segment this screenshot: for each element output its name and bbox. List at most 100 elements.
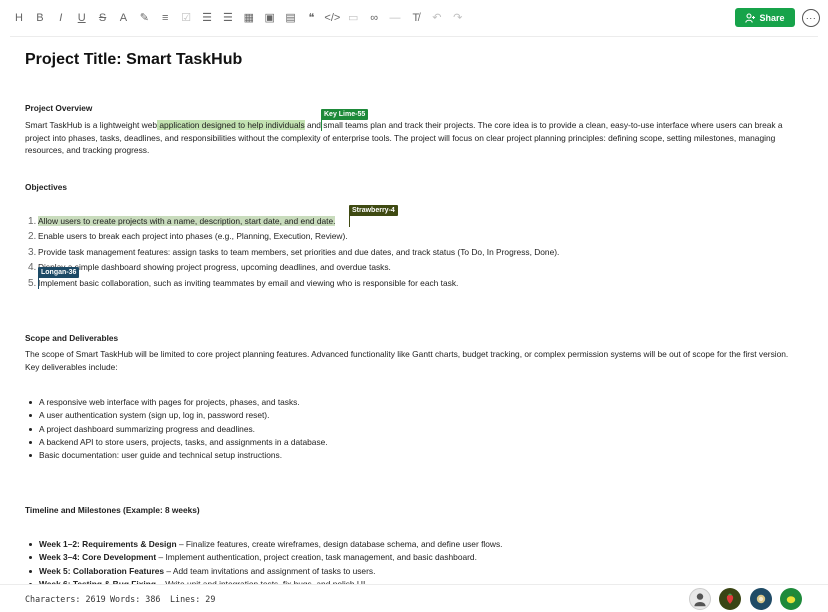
- objectives-heading: Objectives: [25, 182, 67, 192]
- strikethrough-icon: S: [98, 11, 107, 24]
- strawberry-avatar[interactable]: [719, 588, 741, 610]
- attachment-icon-button[interactable]: ▤: [281, 8, 301, 28]
- timeline-heading: Timeline and Milestones (Example: 8 week…: [25, 505, 200, 515]
- divider-icon: —: [389, 11, 401, 24]
- deliverable-item: A responsive web interface with pages fo…: [25, 396, 800, 409]
- longan-icon: [756, 594, 766, 604]
- deliverable-item: A project dashboard summarizing progress…: [25, 423, 800, 436]
- timeline-label: Week 5: Collaboration Features: [39, 565, 165, 576]
- key-lime-avatar[interactable]: [780, 588, 802, 610]
- longan-avatar[interactable]: [750, 588, 772, 610]
- collaborator-cursor-key-lime: [321, 119, 322, 131]
- status-bar: Characters: 2619 Words: 386 Lines: 29: [0, 584, 828, 612]
- bold-icon: B: [36, 11, 44, 24]
- timeline-item: Week 5: Collaboration Features – Add tea…: [25, 565, 800, 578]
- document-editor[interactable]: Project Title: Smart TaskHub Project Ove…: [25, 38, 805, 584]
- objective-item: 2. Enable users to break each project int…: [25, 229, 800, 244]
- deliverable-item: A user authentication system (sign up, l…: [25, 409, 800, 422]
- character-count: Characters: 2619: [25, 594, 106, 604]
- lime-icon: [786, 593, 796, 604]
- quote-icon-button[interactable]: ❝: [301, 8, 321, 28]
- timeline-label: Week 1–2: Requirements & Design: [39, 539, 177, 549]
- objective-number: 1.: [28, 216, 37, 227]
- image-icon: ▣: [264, 12, 275, 24]
- overview-heading: Project Overview: [25, 103, 93, 113]
- objective-item: 1. Allow users to create projects with a …: [25, 214, 800, 229]
- more-options-button[interactable]: ···: [802, 9, 820, 27]
- task-list-icon-button[interactable]: ☑: [176, 8, 196, 28]
- collaborator-tag-key-lime: Key Lime-55: [321, 109, 369, 120]
- document-title: Project Title: Smart TaskHub: [25, 51, 243, 68]
- ordered-list-icon: ☰: [222, 12, 233, 24]
- heading-icon-button[interactable]: H: [9, 8, 29, 28]
- strikethrough-icon-button[interactable]: S: [93, 8, 113, 28]
- share-button[interactable]: Share: [735, 8, 795, 27]
- link-icon-button[interactable]: ∞: [364, 8, 384, 28]
- objective-text: Display a simple dashboard showing proje…: [38, 262, 391, 273]
- deliverable-item: Basic documentation: user guide and tech…: [25, 449, 800, 462]
- clear-format-icon-button[interactable]: T̸: [406, 8, 426, 28]
- editor-toolbar: H B I U S A ✎ ≡ ☑ ☰ ☰ ▦ ▣ ▤ ❝ </> ▭ ∞ — T̸ ↶ ↷: [0, 0, 828, 35]
- text-color-icon: A: [119, 11, 128, 24]
- collaborator-cursor-strawberry: [349, 215, 350, 227]
- user-avatar[interactable]: [689, 588, 711, 610]
- underline-icon-button[interactable]: U: [72, 8, 92, 28]
- overview-paragraph: Smart TaskHub is a lightweight web appli…: [25, 119, 800, 157]
- objective-text: Enable users to break each project into …: [38, 231, 348, 242]
- deliverable-item: A backend API to store users, projects, …: [25, 436, 800, 449]
- collaborator-tag-longan: Longan-36: [38, 267, 80, 278]
- title-name: Smart TaskHub: [126, 51, 243, 68]
- bullet-list-icon-button[interactable]: ☰: [197, 8, 217, 28]
- ordered-list-icon-button[interactable]: ☰: [218, 8, 238, 28]
- objective-text: Provide task management features: assign…: [38, 246, 560, 257]
- objective-number: 2.: [28, 231, 37, 243]
- overview-highlight: application designed to help individuals: [157, 120, 305, 130]
- timeline-label: Week 3–4: Core Development: [39, 552, 157, 563]
- objective-item: 4. Display a simple dashboard showing pro…: [25, 260, 800, 275]
- overview-text-before: Smart TaskHub is a lightweight web: [25, 120, 158, 130]
- align-icon: ≡: [162, 11, 169, 24]
- timeline-list: Week 1–2: Requirements & Design – Finali…: [25, 538, 800, 584]
- highlight-icon-button[interactable]: ✎: [134, 8, 154, 28]
- timeline-text: – Add team invitations and assignment of…: [164, 565, 376, 576]
- undo-icon-button[interactable]: ↶: [427, 8, 447, 28]
- image-icon-button[interactable]: ▣: [260, 8, 280, 28]
- attachment-icon: ▤: [285, 12, 296, 24]
- objective-item: 5. Implement basic collaboration, such as…: [25, 276, 800, 291]
- align-icon-button[interactable]: ≡: [155, 8, 175, 28]
- italic-icon-button[interactable]: I: [51, 8, 71, 28]
- collaborator-cursor-longan: [38, 277, 39, 289]
- deliverables-list: A responsive web interface with pages fo…: [25, 396, 800, 462]
- objective-number: 3.: [28, 246, 37, 258]
- timeline-text: – Finalize features, create wireframes, …: [176, 539, 503, 549]
- timeline-text: – Implement authentication, project crea…: [156, 552, 477, 563]
- objective-text: Allow users to create projects with a na…: [38, 216, 336, 226]
- table-icon: ▦: [243, 12, 254, 24]
- table-icon-button[interactable]: ▦: [239, 8, 259, 28]
- objective-number: 5.: [28, 277, 37, 289]
- bullet-list-icon: ☰: [202, 12, 212, 24]
- objective-text: Implement basic collaboration, such as i…: [38, 277, 459, 288]
- code-block-icon-button[interactable]: ▭: [343, 8, 363, 28]
- code-icon: </>: [324, 11, 341, 24]
- code-icon-button[interactable]: </>: [322, 8, 342, 28]
- scope-heading: Scope and Deliverables: [25, 333, 119, 343]
- timeline-item: Week 3–4: Core Development – Implement a…: [25, 551, 800, 564]
- objective-item: 3. Provide task management features: assi…: [25, 245, 800, 260]
- bold-icon-button[interactable]: B: [30, 8, 50, 28]
- task-list-icon: ☑: [181, 12, 192, 24]
- title-prefix: Project Title:: [25, 51, 127, 68]
- strawberry-icon: [726, 593, 734, 604]
- code-block-icon: ▭: [348, 12, 359, 24]
- redo-icon-button[interactable]: ↷: [448, 8, 468, 28]
- line-count: Lines: 29: [170, 594, 216, 604]
- divider-icon-button[interactable]: —: [385, 8, 405, 28]
- scope-paragraph: The scope of Smart TaskHub will be limit…: [25, 349, 789, 372]
- underline-icon: U: [77, 11, 86, 24]
- objective-number: 4.: [28, 262, 37, 274]
- link-icon: ∞: [370, 11, 379, 24]
- objectives-list: 1. Allow users to create projects with a …: [25, 214, 800, 291]
- toolbar-divider: [10, 36, 818, 37]
- text-color-icon-button[interactable]: A: [113, 8, 133, 28]
- quote-icon: ❝: [308, 12, 315, 24]
